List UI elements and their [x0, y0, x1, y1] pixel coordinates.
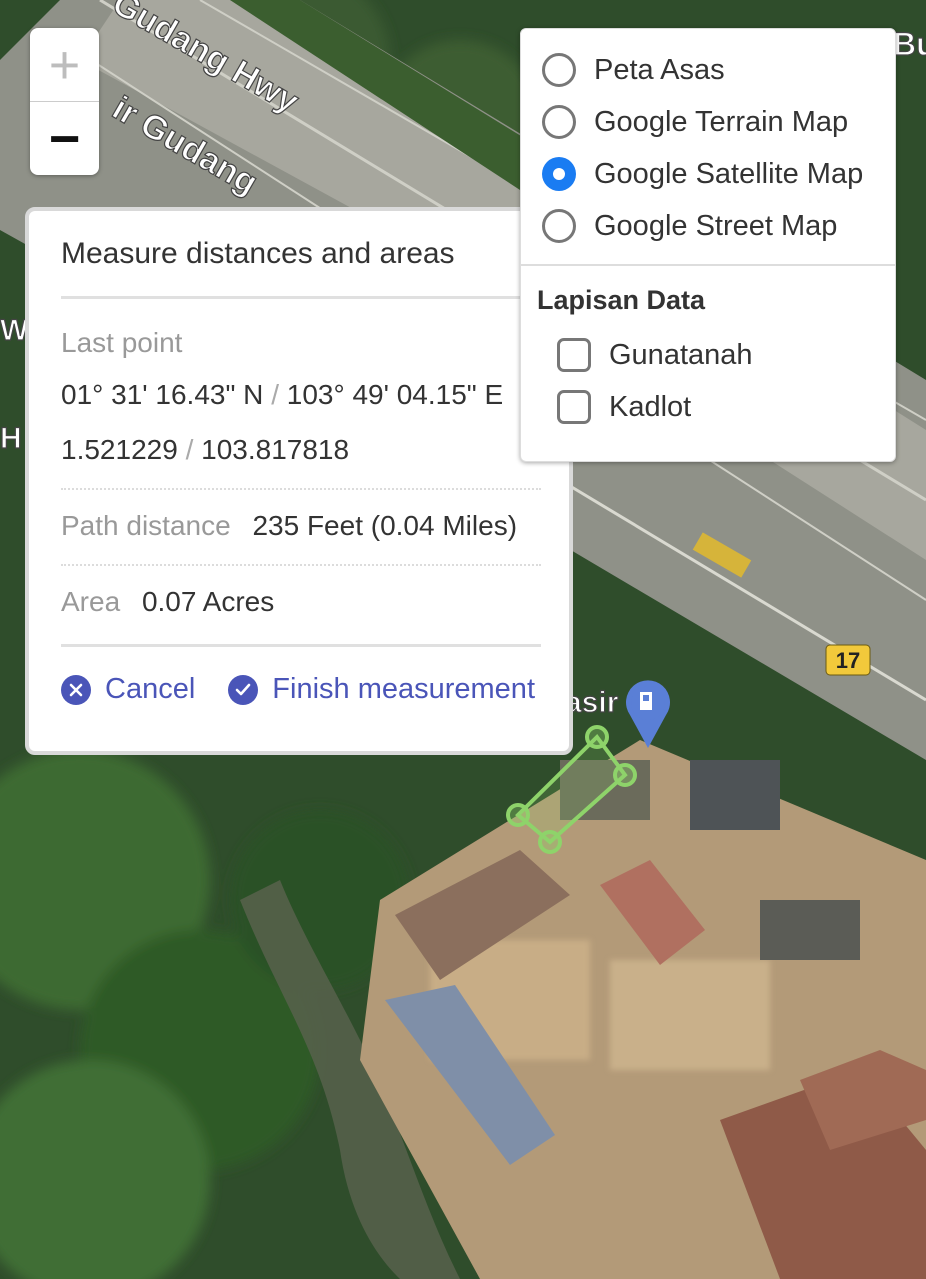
base-layer-label: Google Terrain Map [594, 105, 849, 138]
base-layer-label: Google Satellite Map [594, 157, 864, 190]
dms-separator: / [271, 379, 279, 410]
path-distance-label: Path distance [61, 510, 231, 541]
base-layer-label: Peta Asas [594, 53, 725, 86]
path-distance-value: 235 Feet (0.04 Miles) [252, 510, 518, 541]
zoom-in-button[interactable]: + [30, 28, 99, 102]
area-row: Area 0.07 Acres [61, 586, 537, 618]
zoom-control: + − [30, 28, 99, 175]
finish-measurement-button[interactable]: Finish measurement [228, 673, 535, 706]
radio-button[interactable] [542, 105, 576, 139]
overlay-label: Kadlot [609, 390, 692, 423]
decimal-latitude: 1.521229 [61, 434, 178, 465]
dms-latitude: 01° 31' 16.43" N [61, 379, 264, 410]
area-value: 0.07 Acres [141, 586, 275, 617]
road-label-h: H [0, 422, 22, 455]
divider [521, 264, 895, 266]
measurement-vertex[interactable] [585, 725, 609, 749]
cancel-x-icon [61, 674, 91, 705]
dms-longitude: 103° 49' 04.15" E [286, 379, 504, 410]
measurement-vertex[interactable] [538, 830, 562, 854]
cancel-label: Cancel [105, 673, 196, 705]
decimal-longitude: 103.817818 [201, 434, 350, 465]
measurement-vertex[interactable] [506, 803, 530, 827]
base-layer-google-satellite[interactable]: Google Satellite Map [542, 157, 863, 191]
road-label-bu: Bu [893, 26, 926, 62]
area-label: Area [61, 586, 121, 617]
last-point-label: Last point [61, 327, 183, 358]
route-shield-label: 17 [836, 648, 860, 673]
divider [61, 488, 541, 490]
radio-button[interactable] [542, 209, 576, 243]
overlay-gunatanah[interactable]: Gunatanah [557, 338, 753, 372]
poi-label: asir [565, 686, 619, 719]
checkmark-icon [228, 674, 259, 705]
base-layer-google-street[interactable]: Google Street Map [542, 209, 837, 243]
divider [61, 564, 541, 566]
measurement-vertex[interactable] [613, 763, 637, 787]
radio-button[interactable] [542, 53, 576, 87]
zoom-out-button[interactable]: − [30, 102, 99, 175]
cancel-button[interactable]: Cancel [61, 673, 195, 706]
finish-measurement-label: Finish measurement [272, 673, 535, 705]
measure-panel: Measure distances and areas Last point 0… [25, 207, 573, 755]
checkbox[interactable] [557, 338, 591, 372]
measure-panel-title: Measure distances and areas [61, 237, 455, 270]
base-layer-peta-asas[interactable]: Peta Asas [542, 53, 725, 87]
last-point-decimal: 1.521229 / 103.817818 [61, 434, 537, 466]
divider [61, 644, 541, 647]
layers-panel: Peta Asas Google Terrain Map Google Sate… [520, 28, 896, 462]
radio-button-selected[interactable] [542, 157, 576, 191]
base-layer-google-terrain[interactable]: Google Terrain Map [542, 105, 848, 139]
path-distance-row: Path distance 235 Feet (0.04 Miles) [61, 510, 537, 542]
decimal-separator: / [185, 434, 194, 465]
last-point-dms: 01° 31' 16.43" N / 103° 49' 04.15" E [61, 379, 537, 411]
checkbox[interactable] [557, 390, 591, 424]
measure-actions: Cancel Finish measurement [61, 673, 537, 706]
route-shield-17: 17 [825, 644, 871, 676]
divider [61, 296, 541, 299]
overlay-label: Gunatanah [609, 338, 753, 371]
overlay-section-title: Lapisan Data [537, 285, 706, 315]
overlay-kadlot[interactable]: Kadlot [557, 390, 691, 424]
base-layer-label: Google Street Map [594, 209, 838, 242]
